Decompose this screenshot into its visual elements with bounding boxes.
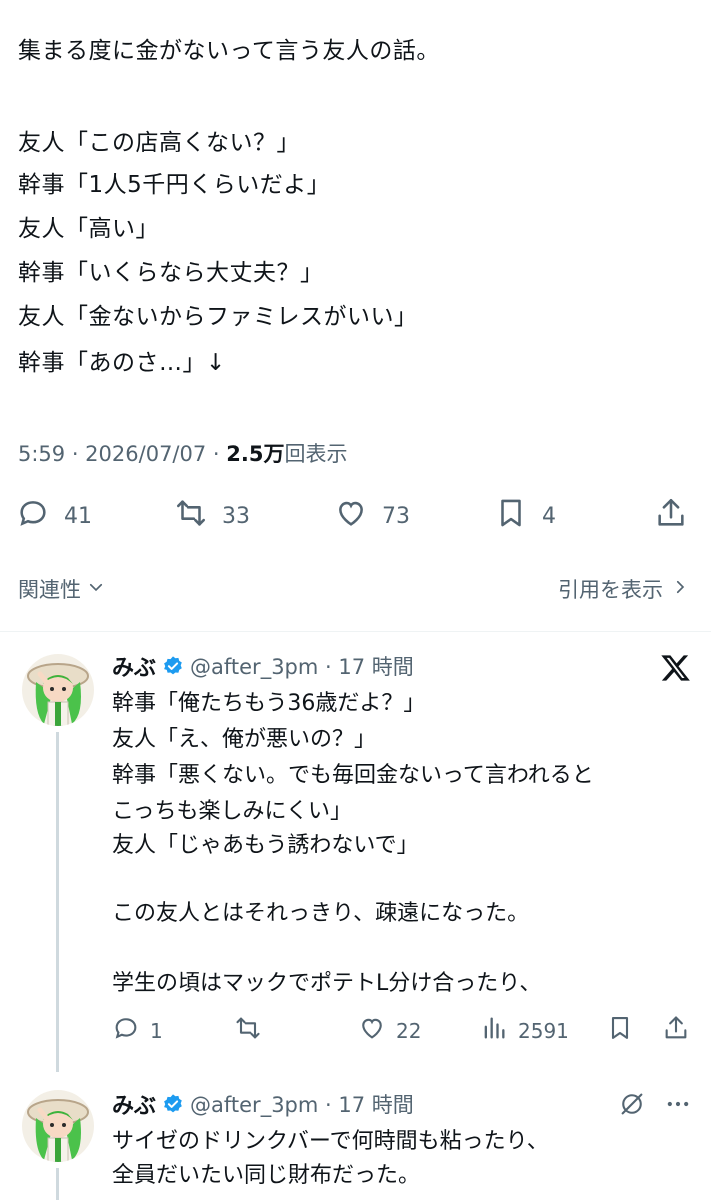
reply-button[interactable]: 41 xyxy=(16,496,92,536)
avatar[interactable] xyxy=(22,654,94,726)
tweet-line: 幹事「あのさ…」↓ xyxy=(18,350,226,376)
reply-icon xyxy=(16,496,50,536)
retweet-button[interactable] xyxy=(234,1014,262,1047)
tweet-line: 集まる度に金がないって言う友人の話。 xyxy=(18,38,440,64)
reply-line: 幹事「俺たちもう36歳だよ？」 xyxy=(112,691,426,716)
reply-header: みぶ @after_3pm · 17 時間 xyxy=(112,1088,414,1120)
bookmark-button[interactable] xyxy=(606,1014,634,1047)
views-count: 2591 xyxy=(518,1018,569,1043)
view-quotes-link[interactable]: 引用を表示 xyxy=(558,574,689,604)
author-name[interactable]: みぶ xyxy=(112,650,156,682)
reply-icon xyxy=(112,1014,140,1047)
share-button[interactable] xyxy=(662,1014,690,1047)
heart-icon xyxy=(358,1014,386,1047)
views-button[interactable]: 2591 xyxy=(480,1014,569,1047)
x-logo-icon[interactable] xyxy=(660,652,692,688)
view-count: 2.5万 xyxy=(226,442,285,466)
chevron-down-icon xyxy=(87,577,105,601)
like-count: 73 xyxy=(382,503,410,529)
author-name[interactable]: みぶ xyxy=(112,1088,156,1120)
bookmark-icon xyxy=(606,1014,634,1047)
reply-actions: 1 22 2591 xyxy=(0,1010,711,1050)
retweet-icon xyxy=(234,1014,262,1047)
reply-line: 友人「じゃあもう誘わないで」 xyxy=(112,833,419,858)
tweet-actions: 41 33 73 4 xyxy=(0,492,711,538)
author-handle[interactable]: @after_3pm · 17 時間 xyxy=(190,651,414,681)
reply-line: 友人「え、俺が悪いの？」 xyxy=(112,727,377,752)
tweet-meta: 5:59 · 2026/07/07 · 2.5万回表示 xyxy=(18,438,347,468)
tweet-line: 友人「金ないからファミレスがいい」 xyxy=(18,304,418,330)
reply-line: この友人とはそれっきり、疎遠になった。 xyxy=(112,901,530,926)
divider xyxy=(0,631,711,632)
retweet-count: 33 xyxy=(222,503,250,529)
reply-line: 学生の頃はマックでポテトL分け合ったり、 xyxy=(112,971,542,996)
bookmark-icon xyxy=(494,496,528,536)
verified-badge-icon xyxy=(162,1093,184,1115)
author-handle[interactable]: @after_3pm · 17 時間 xyxy=(190,1089,414,1119)
sort-label: 関連性 xyxy=(18,578,81,602)
tweet-timestamp[interactable]: 5:59 · 2026/07/07 · xyxy=(18,442,226,466)
like-button[interactable]: 22 xyxy=(358,1014,421,1047)
retweet-icon xyxy=(174,496,208,536)
quotes-label: 引用を表示 xyxy=(558,578,663,602)
tweet-line: 友人「この店高くない？」 xyxy=(18,130,300,156)
sort-relevance-dropdown[interactable]: 関連性 xyxy=(18,574,105,604)
reply-line: 幹事「悪くない。でも毎回金ないって言われると xyxy=(112,763,594,788)
reply-count: 41 xyxy=(64,503,92,529)
bookmark-count: 4 xyxy=(542,503,556,529)
reply-header: みぶ @after_3pm · 17 時間 xyxy=(112,650,414,682)
reply-button[interactable]: 1 xyxy=(112,1014,163,1047)
like-button[interactable]: 73 xyxy=(334,496,410,536)
reply-count: 1 xyxy=(150,1018,163,1043)
reply-line: 全員だいたい同じ財布だった。 xyxy=(112,1163,421,1188)
views-icon xyxy=(480,1014,508,1047)
more-icon[interactable] xyxy=(664,1090,692,1122)
verified-badge-icon xyxy=(162,655,184,677)
heart-icon xyxy=(334,496,368,536)
grok-icon[interactable] xyxy=(618,1090,646,1122)
tweet-line: 幹事「1人5千円くらいだよ」 xyxy=(18,172,331,198)
view-suffix: 回表示 xyxy=(284,442,348,466)
share-icon xyxy=(662,1014,690,1047)
tweet-line: 幹事「いくらなら大丈夫？」 xyxy=(18,260,324,286)
bookmark-button[interactable]: 4 xyxy=(494,496,556,536)
avatar[interactable] xyxy=(22,1090,94,1162)
chevron-right-icon xyxy=(671,577,689,601)
retweet-button[interactable]: 33 xyxy=(174,496,250,536)
share-icon xyxy=(654,496,688,536)
like-count: 22 xyxy=(396,1018,422,1043)
share-button[interactable] xyxy=(654,496,688,536)
thread-line xyxy=(56,1168,59,1200)
reply-line: サイゼのドリンクバーで何時間も粘ったり、 xyxy=(112,1129,549,1154)
tweet-line: 友人「高い」 xyxy=(18,216,159,242)
reply-line: こっちも楽しみにくい」 xyxy=(112,799,353,824)
